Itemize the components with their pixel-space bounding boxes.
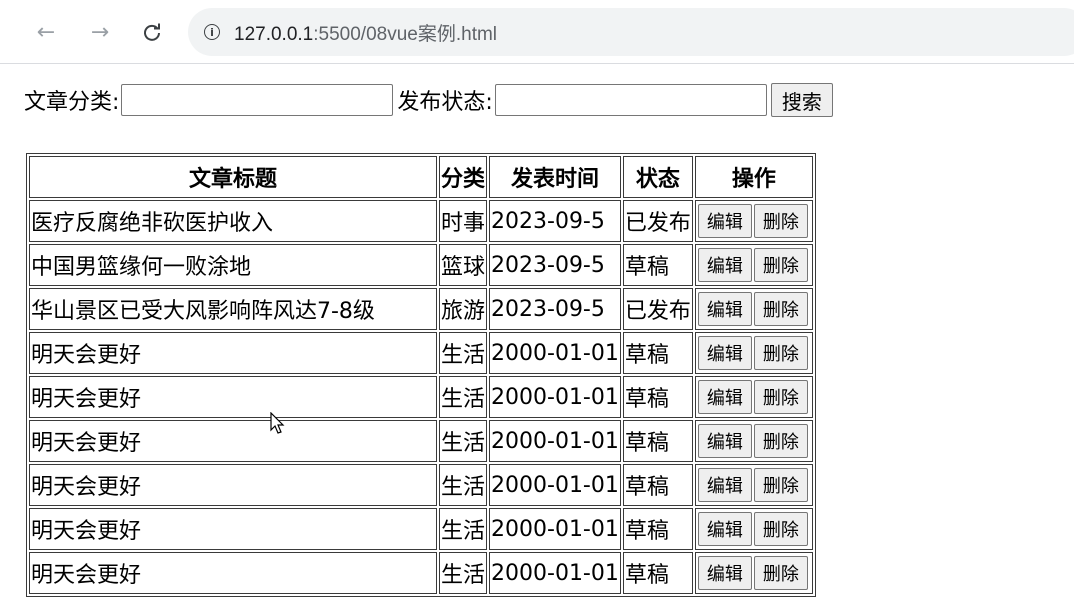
actions-cell: 编辑 删除 bbox=[694, 420, 813, 462]
title-cell: 明天会更好 bbox=[29, 332, 437, 374]
actions-cell: 编辑 删除 bbox=[694, 332, 813, 374]
url-text: 127.0.0.1:5500/08vue案例.html bbox=[234, 19, 497, 46]
title-cell: 华山景区已受大风影响阵风达7-8级 bbox=[29, 288, 437, 330]
status-label: 发布状态: bbox=[397, 90, 493, 115]
time-cell: 2023-09-5 bbox=[489, 244, 621, 286]
delete-button[interactable]: 删除 bbox=[753, 468, 808, 502]
status-input[interactable] bbox=[494, 84, 767, 116]
title-cell: 明天会更好 bbox=[29, 376, 437, 418]
mouse-cursor-icon bbox=[270, 411, 286, 436]
browser-toolbar: ← → i 127.0.0.1:5500/08vue案例.html bbox=[0, 0, 1074, 64]
forward-arrow-icon[interactable]: → bbox=[86, 18, 114, 46]
table-row: 明天会更好 生活 2000-01-01 草稿 编辑 删除 bbox=[29, 464, 813, 506]
delete-button[interactable]: 删除 bbox=[753, 336, 808, 370]
time-cell: 2000-01-01 bbox=[489, 420, 621, 462]
header-actions: 操作 bbox=[694, 156, 813, 198]
actions-cell: 编辑 删除 bbox=[694, 376, 813, 418]
actions-cell: 编辑 删除 bbox=[694, 244, 813, 286]
actions-cell: 编辑 删除 bbox=[694, 508, 813, 550]
delete-button[interactable]: 删除 bbox=[753, 204, 808, 238]
delete-button[interactable]: 删除 bbox=[753, 380, 808, 414]
header-time: 发表时间 bbox=[489, 156, 621, 198]
time-cell: 2000-01-01 bbox=[489, 332, 621, 374]
status-cell: 草稿 bbox=[622, 420, 693, 462]
edit-button[interactable]: 编辑 bbox=[697, 336, 752, 370]
address-bar[interactable]: i 127.0.0.1:5500/08vue案例.html bbox=[188, 8, 1074, 56]
time-cell: 2023-09-5 bbox=[489, 288, 621, 330]
category-cell: 生活 bbox=[439, 332, 488, 374]
table-header-row: 文章标题 分类 发表时间 状态 操作 bbox=[29, 156, 813, 198]
delete-button[interactable]: 删除 bbox=[753, 424, 808, 458]
edit-button[interactable]: 编辑 bbox=[697, 380, 752, 414]
edit-button[interactable]: 编辑 bbox=[697, 512, 752, 546]
delete-button[interactable]: 删除 bbox=[753, 556, 808, 590]
table-row: 医疗反腐绝非砍医护收入 时事 2023-09-5 已发布 编辑 删除 bbox=[29, 200, 813, 242]
table-row: 明天会更好 生活 2000-01-01 草稿 编辑 删除 bbox=[29, 332, 813, 374]
title-cell: 明天会更好 bbox=[29, 420, 437, 462]
search-form: 文章分类: 发布状态: 搜索 bbox=[24, 80, 833, 120]
title-cell: 医疗反腐绝非砍医护收入 bbox=[29, 200, 437, 242]
time-cell: 2000-01-01 bbox=[489, 376, 621, 418]
status-cell: 草稿 bbox=[622, 508, 693, 550]
category-cell: 生活 bbox=[439, 508, 488, 550]
title-cell: 明天会更好 bbox=[29, 508, 437, 550]
edit-button[interactable]: 编辑 bbox=[697, 292, 752, 326]
delete-button[interactable]: 删除 bbox=[753, 512, 808, 546]
delete-button[interactable]: 删除 bbox=[753, 292, 808, 326]
reload-icon[interactable] bbox=[138, 18, 166, 46]
edit-button[interactable]: 编辑 bbox=[697, 468, 752, 502]
actions-cell: 编辑 删除 bbox=[694, 464, 813, 506]
category-cell: 生活 bbox=[439, 420, 488, 462]
category-input[interactable] bbox=[121, 84, 394, 116]
time-cell: 2000-01-01 bbox=[489, 508, 621, 550]
title-cell: 明天会更好 bbox=[29, 464, 437, 506]
table-row: 华山景区已受大风影响阵风达7-8级 旅游 2023-09-5 已发布 编辑 删除 bbox=[29, 288, 813, 330]
table-row: 中国男篮缘何一败涂地 篮球 2023-09-5 草稿 编辑 删除 bbox=[29, 244, 813, 286]
edit-button[interactable]: 编辑 bbox=[697, 204, 752, 238]
search-button[interactable]: 搜索 bbox=[770, 83, 833, 117]
category-cell: 生活 bbox=[439, 464, 488, 506]
status-cell: 草稿 bbox=[622, 332, 693, 374]
info-icon[interactable]: i bbox=[204, 24, 220, 40]
url-path: :5500/08vue案例.html bbox=[313, 23, 498, 45]
edit-button[interactable]: 编辑 bbox=[697, 248, 752, 282]
status-cell: 草稿 bbox=[622, 244, 693, 286]
articles-table: 文章标题 分类 发表时间 状态 操作 医疗反腐绝非砍医护收入 时事 2023-09-… bbox=[26, 153, 816, 597]
edit-button[interactable]: 编辑 bbox=[697, 424, 752, 458]
back-arrow-icon[interactable]: ← bbox=[32, 18, 60, 46]
actions-cell: 编辑 删除 bbox=[694, 288, 813, 330]
time-cell: 2023-09-5 bbox=[489, 200, 621, 242]
category-cell: 时事 bbox=[439, 200, 488, 242]
status-cell: 草稿 bbox=[622, 464, 693, 506]
table-row: 明天会更好 生活 2000-01-01 草稿 编辑 删除 bbox=[29, 376, 813, 418]
url-host: 127.0.0.1 bbox=[234, 23, 314, 45]
category-label: 文章分类: bbox=[24, 90, 120, 115]
header-title: 文章标题 bbox=[29, 156, 437, 198]
delete-button[interactable]: 删除 bbox=[753, 248, 808, 282]
table-body: 医疗反腐绝非砍医护收入 时事 2023-09-5 已发布 编辑 删除 中国男篮缘何一败涂地篮… bbox=[29, 200, 813, 594]
status-cell: 已发布 bbox=[622, 200, 693, 242]
category-cell: 旅游 bbox=[439, 288, 488, 330]
edit-button[interactable]: 编辑 bbox=[697, 556, 752, 590]
status-cell: 已发布 bbox=[622, 288, 693, 330]
actions-cell: 编辑 删除 bbox=[694, 200, 813, 242]
category-cell: 生活 bbox=[439, 376, 488, 418]
header-category: 分类 bbox=[439, 156, 488, 198]
category-cell: 篮球 bbox=[439, 244, 488, 286]
title-cell: 中国男篮缘何一败涂地 bbox=[29, 244, 437, 286]
header-status: 状态 bbox=[622, 156, 693, 198]
status-cell: 草稿 bbox=[622, 376, 693, 418]
time-cell: 2000-01-01 bbox=[489, 464, 621, 506]
table-row: 明天会更好 生活 2000-01-01 草稿 编辑 删除 bbox=[29, 420, 813, 462]
table-row: 明天会更好 生活 2000-01-01 草稿 编辑 删除 bbox=[29, 508, 813, 550]
